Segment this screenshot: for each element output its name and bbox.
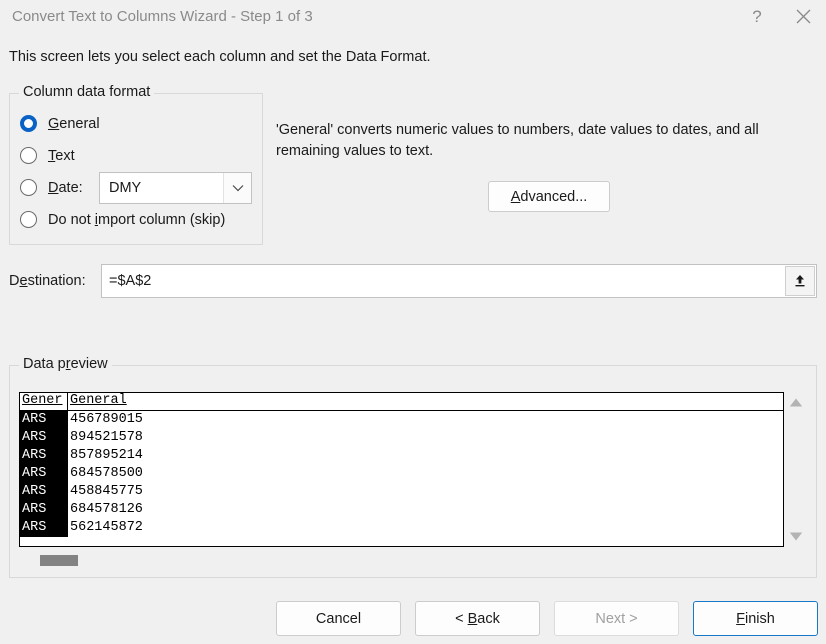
preview-column-0-selected[interactable]: ARS ARS ARS ARS ARS ARS ARS	[20, 411, 68, 537]
destination-label: Destination:	[9, 273, 86, 289]
radio-text-label: Text	[48, 148, 75, 164]
column-data-format-legend: Column data format	[19, 84, 155, 100]
preview-cell: ARS	[22, 430, 47, 445]
radio-do-not-import[interactable]: Do not import column (skip)	[20, 211, 225, 228]
data-preview-legend: Data preview	[19, 356, 112, 372]
back-button-prefix: <	[455, 610, 468, 627]
close-icon	[796, 9, 810, 24]
radio-text[interactable]: Text	[20, 147, 75, 164]
preview-cell: ARS	[22, 484, 47, 499]
preview-cell: 857895214	[70, 448, 143, 463]
radio-date[interactable]: Date:	[20, 179, 83, 196]
cancel-button-label: Cancel	[315, 610, 362, 627]
preview-horizontal-scrollbar[interactable]	[19, 551, 784, 567]
finish-button-text: inish	[745, 610, 775, 627]
preview-cell: 894521578	[70, 430, 143, 445]
triangle-down-icon[interactable]	[789, 532, 803, 541]
data-preview-legend-prefix: Data p	[23, 356, 66, 372]
radio-general-accel: G	[48, 115, 60, 132]
destination-field-wrapper	[101, 264, 817, 298]
finish-button[interactable]: Finish	[693, 601, 818, 636]
radio-date-accel: D	[48, 179, 59, 196]
destination-label-accel: e	[19, 273, 28, 289]
preview-cell: 684578500	[70, 466, 143, 481]
back-button-accel: B	[467, 610, 478, 627]
radio-text-text: ext	[55, 147, 75, 164]
preview-column-header-0[interactable]: Gener	[20, 393, 68, 410]
preview-cell: ARS	[22, 448, 47, 463]
preview-cell: ARS	[22, 502, 47, 517]
preview-horizontal-scrollbar-thumb[interactable]	[40, 555, 78, 566]
next-button: Next >	[554, 601, 679, 636]
collapse-dialog-button[interactable]	[785, 266, 815, 296]
back-button[interactable]: < Back	[415, 601, 540, 636]
preview-cell: ARS	[22, 412, 47, 427]
radio-date-indicator	[20, 179, 37, 196]
date-format-combobox[interactable]: DMY	[99, 172, 252, 204]
preview-cell: 684578126	[70, 502, 143, 517]
back-button-label: < Back	[455, 611, 500, 627]
cancel-button[interactable]: Cancel	[276, 601, 401, 636]
radio-general[interactable]: General	[20, 115, 100, 132]
finish-button-label: Finish	[736, 611, 775, 627]
close-button[interactable]	[780, 0, 826, 33]
advanced-button-text: dvanced...	[520, 188, 588, 205]
date-format-dropdown-button[interactable]	[223, 173, 251, 203]
advanced-button[interactable]: Advanced...	[488, 181, 610, 212]
preview-body: ARS ARS ARS ARS ARS ARS ARS 456789015 89…	[20, 411, 783, 537]
radio-general-indicator	[20, 115, 37, 132]
preview-header-row: Gener General	[20, 393, 783, 411]
radio-date-label: Date:	[48, 180, 83, 196]
preview-cell: ARS	[22, 520, 47, 535]
preview-cell: 562145872	[70, 520, 143, 535]
intro-text: This screen lets you select each column …	[9, 49, 431, 65]
advanced-button-accel: A	[510, 188, 521, 205]
preview-column-1[interactable]: 456789015 894521578 857895214 684578500 …	[68, 411, 783, 537]
data-preview-legend-text: eview	[70, 356, 108, 372]
radio-general-label: General	[48, 116, 100, 132]
back-button-text: ack	[477, 610, 500, 627]
data-preview-grid[interactable]: Gener General ARS ARS ARS ARS ARS ARS AR…	[19, 392, 784, 547]
radio-text-indicator	[20, 147, 37, 164]
column-data-format-group: Column data format General Text Date: DM…	[9, 84, 263, 245]
destination-input[interactable]	[102, 264, 785, 298]
collapse-dialog-icon	[795, 275, 805, 287]
radio-do-not-import-text: mport column (skip)	[97, 211, 226, 228]
chevron-down-icon	[232, 185, 243, 192]
radio-date-text: ate:	[58, 179, 83, 196]
format-description-text: 'General' converts numeric values to num…	[276, 122, 759, 159]
triangle-up-icon[interactable]	[789, 398, 803, 407]
next-button-label: Next >	[595, 610, 638, 627]
preview-cell: ARS	[22, 466, 47, 481]
radio-general-text: eneral	[59, 115, 100, 132]
destination-label-text: stination:	[27, 273, 86, 289]
preview-cell: 456789015	[70, 412, 143, 427]
title-bar: Convert Text to Columns Wizard - Step 1 …	[0, 0, 826, 33]
help-button[interactable]: ?	[734, 0, 780, 33]
preview-column-header-1[interactable]: General	[68, 393, 783, 410]
preview-cell: 458845775	[70, 484, 143, 499]
radio-do-not-import-label: Do not import column (skip)	[48, 212, 225, 228]
question-mark-icon: ?	[752, 7, 762, 26]
radio-do-not-import-prefix: Do not	[48, 211, 95, 228]
finish-button-accel: F	[736, 610, 746, 627]
radio-do-not-import-indicator	[20, 211, 37, 228]
preview-vertical-scrollbar[interactable]	[784, 392, 808, 547]
window-title: Convert Text to Columns Wizard - Step 1 …	[12, 8, 313, 25]
date-format-value: DMY	[109, 180, 142, 196]
destination-label-prefix: D	[9, 273, 20, 289]
advanced-button-label: Advanced...	[511, 189, 588, 205]
